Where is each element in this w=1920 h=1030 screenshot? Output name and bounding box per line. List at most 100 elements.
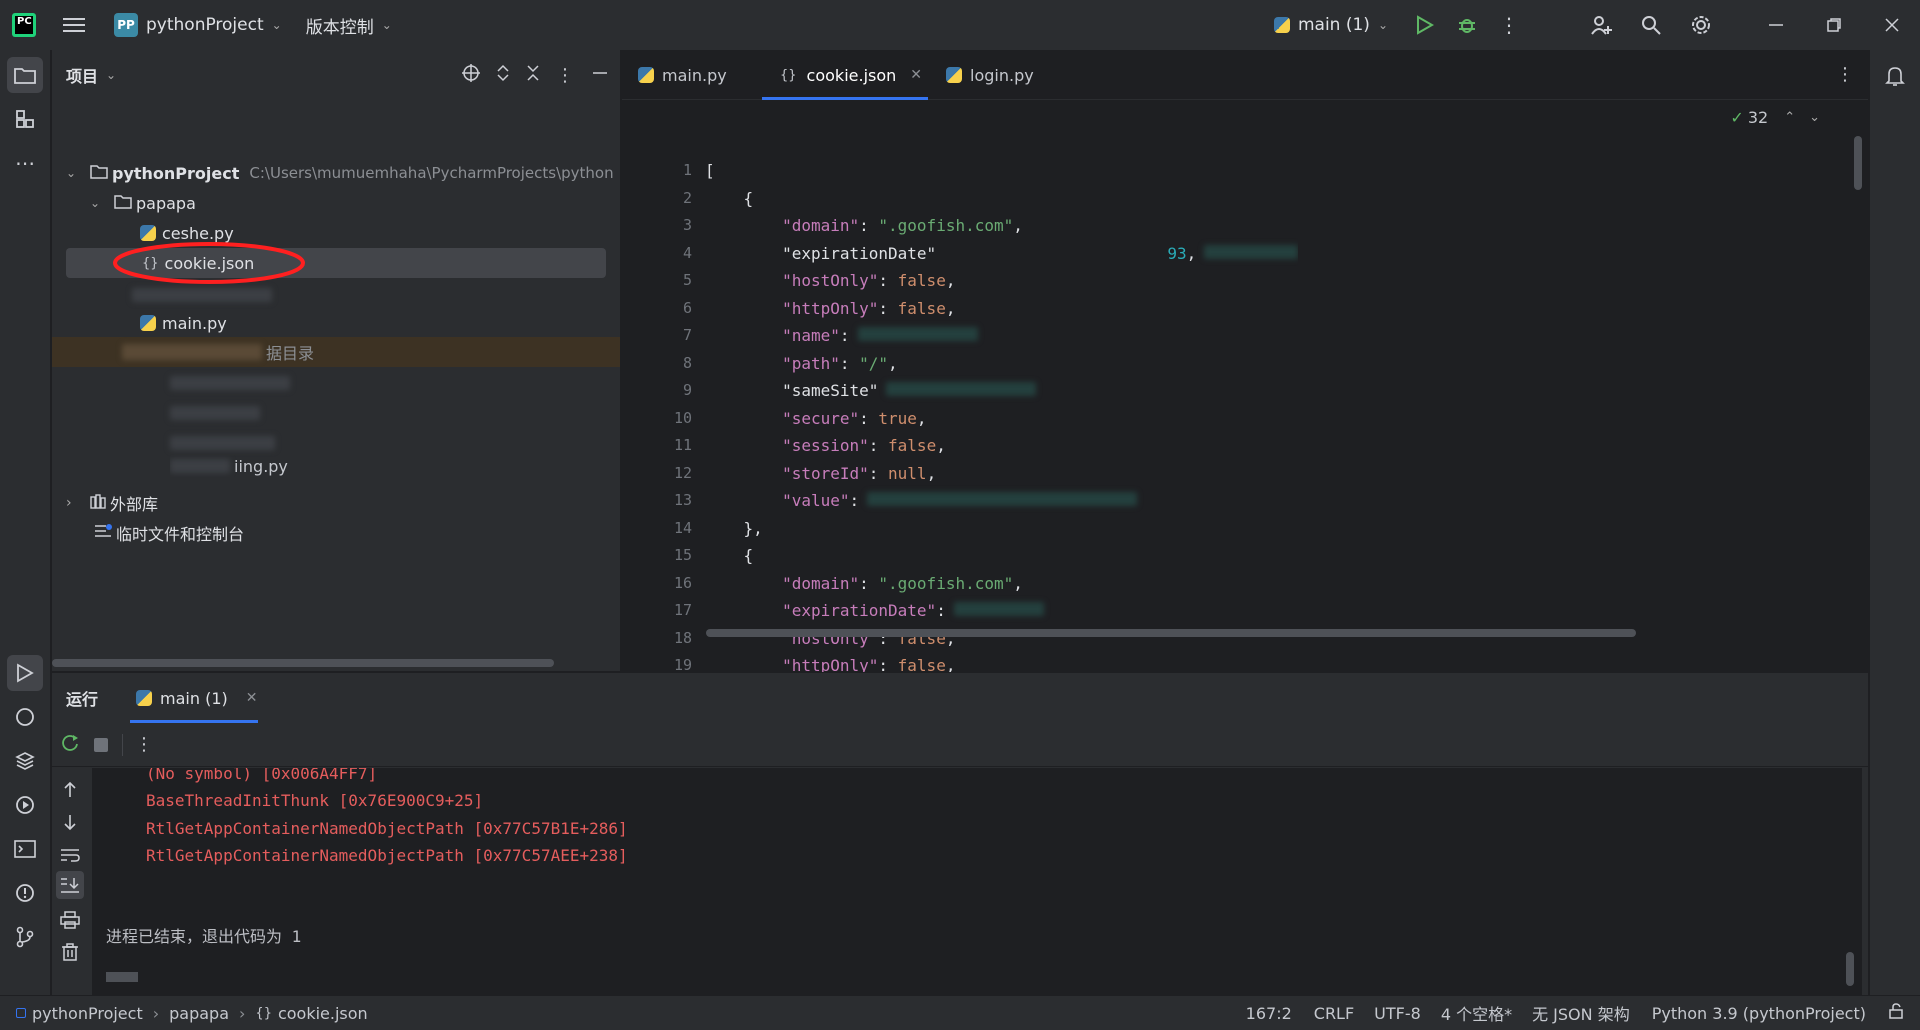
caret-position[interactable]: 167:2 <box>1246 1004 1292 1023</box>
notifications-icon[interactable] <box>1877 58 1913 94</box>
hide-panel-icon[interactable] <box>592 65 608 85</box>
root-path: C:\Users\mumuemhaha\PycharmProjects\pyth… <box>249 164 614 182</box>
line-number: 10 <box>673 408 692 427</box>
folder-icon <box>90 164 108 183</box>
chevron-down-icon[interactable]: ⌄ <box>1809 110 1820 125</box>
interpreter[interactable]: Python 3.9 (pythonProject) <box>1652 1004 1866 1023</box>
json-schema[interactable]: 无 JSON 架构 <box>1532 1001 1630 1025</box>
run-icon[interactable] <box>1410 10 1440 40</box>
tab-login-py[interactable]: login.py <box>946 50 1034 100</box>
search-icon[interactable] <box>1636 10 1666 40</box>
inspection-widget[interactable]: ✓ 32 ⌃ ⌄ <box>1730 108 1820 127</box>
tree-file-redacted[interactable] <box>132 280 272 310</box>
scroll-to-end-icon[interactable] <box>56 871 84 899</box>
scroll-up-icon[interactable] <box>62 781 78 803</box>
locate-icon[interactable] <box>462 64 480 86</box>
print-icon[interactable] <box>60 911 80 933</box>
project-switcher[interactable]: PP pythonProject ⌄ <box>114 7 282 43</box>
scroll-down-icon[interactable] <box>62 813 78 835</box>
console-cursor <box>106 972 138 982</box>
minimize-icon[interactable] <box>1756 10 1796 40</box>
console-output[interactable]: (No symbol) [0x006A4FF7] BaseThreadInitT… <box>92 768 1862 996</box>
git-icon[interactable] <box>7 919 43 955</box>
python-packages-icon[interactable] <box>7 743 43 779</box>
chevron-down-icon[interactable]: ⌄ <box>106 68 116 82</box>
lock-icon[interactable] <box>1888 1003 1904 1023</box>
stop-icon[interactable] <box>94 737 108 752</box>
services-icon[interactable] <box>7 787 43 823</box>
python-console-icon[interactable] <box>7 699 43 735</box>
main-menu-icon[interactable] <box>62 13 86 37</box>
rerun-icon[interactable] <box>60 733 80 757</box>
code-content: [ { "domain": ".goofish.com", "expiratio… <box>705 153 1299 677</box>
tree-row-redacted[interactable] <box>170 368 290 398</box>
project-tool-icon[interactable] <box>7 57 43 93</box>
scratches-icon <box>94 523 112 543</box>
collapse-all-icon[interactable] <box>526 64 540 86</box>
tree-root[interactable]: ⌄ pythonProject C:\Users\mumuemhaha\Pych… <box>66 158 614 188</box>
project-panel: 项目 ⌄ ⋮ ⌄ pythonProject C:\Users\mumuemha… <box>52 50 621 671</box>
run-panel-title: 运行 <box>66 690 99 709</box>
close-icon[interactable] <box>1872 10 1912 40</box>
code-line: "expirationDate": <box>705 597 1298 625</box>
line-number: 1 <box>682 161 692 179</box>
breadcrumb-item[interactable]: cookie.json <box>278 1004 368 1023</box>
run-tab-main[interactable]: main (1) ✕ <box>130 673 259 723</box>
tree-row-redacted[interactable] <box>170 428 275 458</box>
problems-icon[interactable] <box>7 875 43 911</box>
chevron-up-icon[interactable]: ⌃ <box>1784 110 1795 125</box>
line-number: 12 <box>673 463 692 482</box>
tab-options-icon[interactable]: ⋮ <box>1836 64 1854 85</box>
tree-file-main[interactable]: main.py <box>140 308 227 338</box>
expand-all-icon[interactable] <box>496 64 510 86</box>
tree-row-redacted[interactable] <box>170 398 260 428</box>
run-config-selector[interactable]: main (1) ⌄ <box>1273 15 1388 35</box>
line-separator[interactable]: CRLF <box>1314 1004 1354 1023</box>
editor-area: main.py {} cookie.json ✕ login.py ⋮ ✓ 32… <box>622 50 1868 675</box>
horizontal-scrollbar[interactable] <box>52 659 554 667</box>
run-tab-label: main (1) <box>160 688 228 708</box>
toolbar-divider <box>122 733 123 756</box>
horizontal-scrollbar[interactable] <box>706 629 1636 637</box>
indent-setting[interactable]: 4 个空格* <box>1441 1001 1512 1025</box>
close-tab-icon[interactable]: ✕ <box>910 67 922 83</box>
tree-folder-papapa[interactable]: ⌄ papapa <box>90 188 196 218</box>
code-line: }, <box>705 518 763 538</box>
redacted-block <box>170 459 230 473</box>
vertical-scrollbar[interactable] <box>1846 952 1854 986</box>
vcs-menu[interactable]: 版本控制 ⌄ <box>306 13 392 38</box>
tree-external-libs[interactable]: › 外部库 <box>66 488 158 518</box>
breadcrumb-item[interactable]: pythonProject <box>32 1004 143 1023</box>
tree-row-partial[interactable]: iing.py <box>170 455 288 477</box>
code-line: [ <box>705 161 715 180</box>
code-line: "session": false, <box>782 436 946 455</box>
trash-icon[interactable] <box>61 943 79 965</box>
file-encoding[interactable]: UTF-8 <box>1374 1004 1421 1023</box>
line-number: 4 <box>682 243 692 262</box>
line-number: 3 <box>682 216 692 234</box>
tree-scratches[interactable]: 临时文件和控制台 <box>94 518 244 548</box>
tab-cookie-json[interactable]: {} cookie.json ✕ <box>780 50 922 100</box>
debug-icon[interactable] <box>1452 10 1482 40</box>
vertical-scrollbar[interactable] <box>1854 136 1862 190</box>
tab-main-py[interactable]: main.py <box>638 50 727 100</box>
scratches-label: 临时文件和控制台 <box>116 525 245 544</box>
gear-icon[interactable] <box>1686 10 1716 40</box>
more-options-icon[interactable]: ⋮ <box>135 734 153 755</box>
add-user-icon[interactable] <box>1586 10 1616 40</box>
terminal-icon[interactable] <box>7 831 43 867</box>
restore-icon[interactable] <box>1814 10 1854 40</box>
chevron-right-icon: › <box>152 1003 160 1023</box>
close-tab-icon[interactable]: ✕ <box>246 690 258 706</box>
active-tab-underline <box>762 97 928 100</box>
options-icon[interactable]: ⋮ <box>556 65 574 86</box>
soft-wrap-icon[interactable] <box>60 847 80 867</box>
check-icon: ✓ <box>1730 108 1744 127</box>
project-panel-title[interactable]: 项目 <box>66 63 98 87</box>
structure-tool-icon[interactable] <box>7 101 43 137</box>
tree-row-highlighted[interactable]: 据目录 <box>52 337 620 367</box>
more-tools-icon[interactable]: ⋯ <box>7 145 43 181</box>
run-tool-icon[interactable] <box>7 655 43 691</box>
more-actions-icon[interactable]: ⋮ <box>1494 10 1524 40</box>
breadcrumb-item[interactable]: papapa <box>169 1004 229 1023</box>
